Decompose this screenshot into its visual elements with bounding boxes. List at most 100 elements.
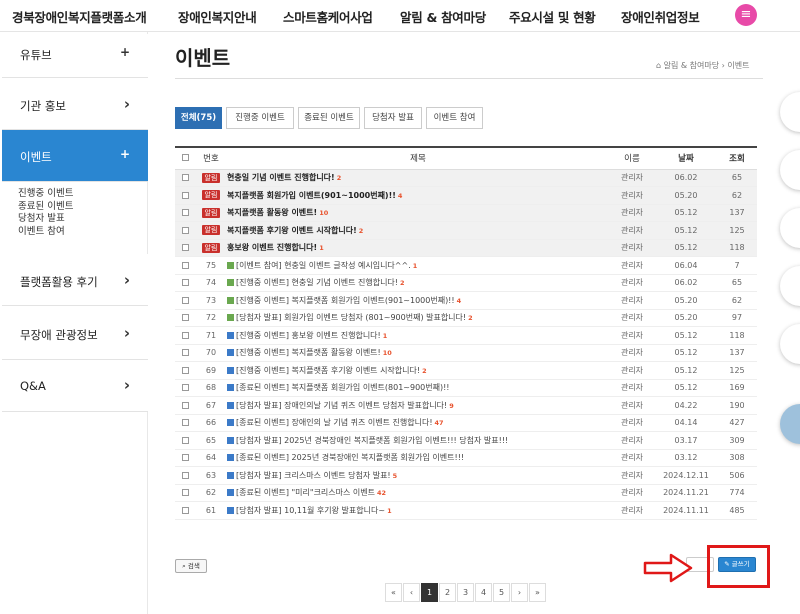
page-prev[interactable]: ‹ [403,583,420,602]
nav-item-welfare-guide[interactable]: 장애인복지안내 [178,7,257,26]
nav-item-facilities[interactable]: 주요시설 및 현황 [509,7,596,26]
table-row[interactable]: 61 [당첨자 발표] 10,11월 후기왕 발표합니다~ 1 관리자 2024.11.… [175,501,757,520]
page-next[interactable]: › [511,583,528,602]
submenu-ended[interactable]: 종료된 이벤트 [18,201,73,214]
row-checkbox[interactable] [181,489,189,497]
row-checkbox[interactable] [181,419,189,427]
subject-link[interactable]: 현충일 기념 이벤트 진행합니다! [227,173,335,182]
notice-row[interactable]: 알림 복지플랫폼 후기왕 이벤트 시작합니다! 2 관리자 05.12 125 [175,221,757,240]
subject-cell[interactable]: [종료된 이벤트] "미리"크리스마스 이벤트 42 [227,484,609,502]
subject-link[interactable]: [종료된 이벤트] 장애인의 날 기념 퀴즈 이벤트 진행합니다! [236,418,433,427]
page-5[interactable]: 5 [493,583,510,602]
subject-cell[interactable]: 복지플랫폼 활동왕 이벤트! 10 [227,204,609,222]
quick-menu-item[interactable] [780,208,800,248]
subject-cell[interactable]: [진행중 이벤트] 홍보왕 이벤트 진행합니다! 1 [227,326,609,345]
tab-all[interactable]: 전체(75) [175,107,222,129]
subject-link[interactable]: [당첨자 발표] 2025년 경북장애인 복지플랫폼 회원가입 이벤트!!! 당… [236,436,508,445]
scroll-top-button[interactable] [780,404,800,444]
table-row[interactable]: 69 [진행중 이벤트] 복지플랫폼 후기왕 이벤트 시작합니다! 2 관리자 05.1… [175,361,757,380]
subject-link[interactable]: [종료된 이벤트] 2025년 경북장애인 복지플랫폼 회원가입 이벤트!!! [236,453,464,462]
subject-link[interactable]: 복지플랫폼 활동왕 이벤트! [227,208,317,217]
table-row[interactable]: 72 [당첨자 발표] 회원가입 이벤트 당첨자 (801~900번째) 발표합니… [175,309,757,327]
subject-link[interactable]: 복지플랫폼 회원가입 이벤트(901~1000번째)!! [227,191,396,200]
subject-link[interactable]: [이벤트 참여] 현충일 이벤트 글작성 예시입니다^^. [236,261,411,270]
page-4[interactable]: 4 [475,583,492,602]
subject-cell[interactable]: [당첨자 발표] 2025년 경북장애인 복지플랫폼 회원가입 이벤트!!! 당… [227,431,609,450]
submenu-ongoing[interactable]: 진행중 이벤트 [18,188,73,201]
row-checkbox[interactable] [181,279,189,287]
quick-menu-item[interactable] [780,92,800,132]
subject-link[interactable]: [종료된 이벤트] 복지플랫폼 회원가입 이벤트(801~900번째)!! [236,383,450,392]
subject-cell[interactable]: [종료된 이벤트] 복지플랫폼 회원가입 이벤트(801~900번째)!! [227,379,609,397]
subject-cell[interactable]: [종료된 이벤트] 2025년 경북장애인 복지플랫폼 회원가입 이벤트!!! [227,449,609,467]
subject-cell[interactable]: [진행중 이벤트] 복지플랫폼 회원가입 이벤트(901~1000번째)!! 4 [227,291,609,310]
subject-cell[interactable]: [당첨자 발표] 크리스마스 이벤트 당첨자 발표! 5 [227,466,609,485]
table-row[interactable]: 74 [진행중 이벤트] 현충일 기념 이벤트 진행합니다! 2 관리자 06.02 65 [175,274,757,292]
table-row[interactable]: 64 [종료된 이벤트] 2025년 경북장애인 복지플랫폼 회원가입 이벤트!!… [175,449,757,467]
tab-winners[interactable]: 당첨자 발표 [364,107,422,129]
row-checkbox[interactable] [181,349,189,357]
sidebar-item-event[interactable]: 이벤트 + [2,130,148,182]
row-checkbox[interactable] [181,314,189,322]
row-checkbox[interactable] [181,401,189,409]
page-last[interactable]: » [529,583,546,602]
tab-ongoing[interactable]: 진행중 이벤트 [226,107,294,129]
table-row[interactable]: 65 [당첨자 발표] 2025년 경북장애인 복지플랫폼 회원가입 이벤트!!!… [175,431,757,450]
select-all-checkbox[interactable] [181,154,189,162]
sidebar-item-review[interactable]: 플랫폼활용 후기 › [2,254,148,306]
subject-link[interactable]: 홍보왕 이벤트 진행합니다! [227,243,317,252]
row-checkbox[interactable] [181,244,189,252]
table-row[interactable]: 73 [진행중 이벤트] 복지플랫폼 회원가입 이벤트(901~1000번째)!!… [175,291,757,310]
header-date[interactable]: 날짜 [655,146,717,170]
subject-cell[interactable]: [이벤트 참여] 현충일 이벤트 글작성 예시입니다^^. 1 [227,256,609,275]
page-3[interactable]: 3 [457,583,474,602]
notice-row[interactable]: 알림 복지플랫폼 회원가입 이벤트(901~1000번째)!! 4 관리자 05.20 6… [175,186,757,205]
subject-link[interactable]: [진행중 이벤트] 복지플랫폼 후기왕 이벤트 시작합니다! [236,366,420,375]
subject-link[interactable]: [진행중 이벤트] 현충일 기념 이벤트 진행합니다! [236,278,398,287]
sidebar-item-youtube[interactable]: 유튜브 + [2,34,148,78]
subject-link[interactable]: [당첨자 발표] 10,11월 후기왕 발표합니다~ [236,506,385,515]
subject-link[interactable]: [진행중 이벤트] 복지플랫폼 회원가입 이벤트(901~1000번째)!! [236,296,455,305]
sidebar-item-qna[interactable]: Q&A › [2,360,148,412]
subject-cell[interactable]: 현충일 기념 이벤트 진행합니다! 2 [227,169,609,187]
tab-participate[interactable]: 이벤트 참여 [426,107,483,129]
table-row[interactable]: 62 [종료된 이벤트] "미리"크리스마스 이벤트 42 관리자 2024.11.21… [175,484,757,502]
subject-cell[interactable]: [당첨자 발표] 장애인의날 기념 퀴즈 이벤트 당첨자 발표합니다! 9 [227,396,609,415]
table-row[interactable]: 63 [당첨자 발표] 크리스마스 이벤트 당첨자 발표! 5 관리자 2024.12.… [175,466,757,485]
table-row[interactable]: 68 [종료된 이벤트] 복지플랫폼 회원가입 이벤트(801~900번째)!! 관… [175,379,757,397]
submenu-participate[interactable]: 이벤트 참여 [18,226,73,239]
quick-menu-item[interactable] [780,266,800,306]
notice-row[interactable]: 알림 복지플랫폼 활동왕 이벤트! 10 관리자 05.12 137 [175,204,757,222]
submenu-winners[interactable]: 당첨자 발표 [18,213,73,226]
notice-row[interactable]: 알림 홍보왕 이벤트 진행합니다! 1 관리자 05.12 118 [175,239,757,257]
table-row[interactable]: 75 [이벤트 참여] 현충일 이벤트 글작성 예시입니다^^. 1 관리자 06.04… [175,256,757,275]
row-checkbox[interactable] [181,296,189,304]
subject-link[interactable]: 복지플랫폼 후기왕 이벤트 시작합니다! [227,226,357,235]
page-1[interactable]: 1 [421,583,438,602]
notice-row[interactable]: 알림 현충일 기념 이벤트 진행합니다! 2 관리자 06.02 65 [175,169,757,187]
subject-link[interactable]: [당첨자 발표] 크리스마스 이벤트 당첨자 발표! [236,471,391,480]
row-checkbox[interactable] [181,331,189,339]
write-button[interactable]: ✎ 글쓰기 [718,557,756,572]
row-checkbox[interactable] [181,506,189,514]
subject-link[interactable]: [당첨자 발표] 회원가입 이벤트 당첨자 (801~900번째) 발표합니다! [236,313,466,322]
row-checkbox[interactable] [181,209,189,217]
subject-link[interactable]: [진행중 이벤트] 홍보왕 이벤트 진행합니다! [236,331,381,340]
table-row[interactable]: 66 [종료된 이벤트] 장애인의 날 기념 퀴즈 이벤트 진행합니다! 47 관리자… [175,414,757,432]
home-icon[interactable]: ⌂ [656,61,661,70]
subject-cell[interactable]: 홍보왕 이벤트 진행합니다! 1 [227,239,609,257]
subject-cell[interactable]: [진행중 이벤트] 복지플랫폼 후기왕 이벤트 시작합니다! 2 [227,361,609,380]
nav-item-jobs[interactable]: 장애인취업정보 [621,7,700,26]
row-checkbox[interactable] [181,191,189,199]
table-row[interactable]: 71 [진행중 이벤트] 홍보왕 이벤트 진행합니다! 1 관리자 05.12 118 [175,326,757,345]
table-row[interactable]: 67 [당첨자 발표] 장애인의날 기념 퀴즈 이벤트 당첨자 발표합니다! 9 관리… [175,396,757,415]
subject-cell[interactable]: [진행중 이벤트] 현충일 기념 이벤트 진행합니다! 2 [227,274,609,292]
subject-cell[interactable]: [당첨자 발표] 회원가입 이벤트 당첨자 (801~900번째) 발표합니다!… [227,309,609,327]
row-checkbox[interactable] [181,174,189,182]
row-checkbox[interactable] [181,436,189,444]
subject-link[interactable]: [진행중 이벤트] 복지플랫폼 활동왕 이벤트! [236,348,381,357]
sidebar-item-promotion[interactable]: 기관 홍보 › [2,78,148,130]
quick-menu-item[interactable] [780,324,800,364]
subject-cell[interactable]: [당첨자 발표] 10,11월 후기왕 발표합니다~ 1 [227,501,609,520]
subject-cell[interactable]: 복지플랫폼 후기왕 이벤트 시작합니다! 2 [227,221,609,240]
